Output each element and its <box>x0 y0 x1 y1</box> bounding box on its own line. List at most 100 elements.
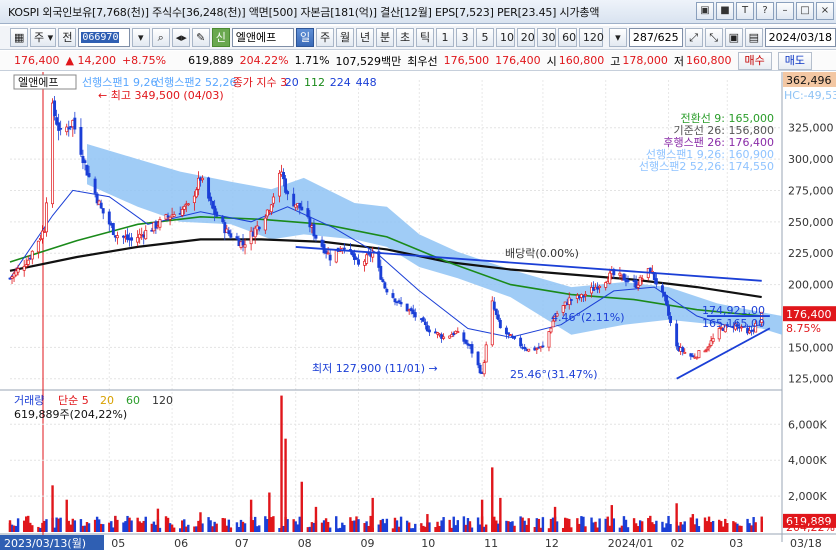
calendar-icon[interactable]: ▤ <box>744 28 763 47</box>
candle-body <box>24 264 28 267</box>
max-label: ← 최고 349,500 (04/03) <box>98 89 224 102</box>
help-icon[interactable]: ? <box>756 2 774 20</box>
candle-body <box>509 334 512 336</box>
volume-bar <box>59 517 62 532</box>
expand-icon[interactable]: ⤢ <box>684 28 703 47</box>
minimize-button[interactable]: – <box>776 2 794 20</box>
interval-5[interactable]: 5 <box>476 28 495 47</box>
interval-20[interactable]: 20 <box>516 28 536 47</box>
interval-1[interactable]: 1 <box>436 28 455 47</box>
period-tab-week[interactable]: 주 <box>316 28 335 47</box>
period-tab-year[interactable]: 년 <box>356 28 375 47</box>
interval-120[interactable]: 120 <box>578 28 604 47</box>
interval-30[interactable]: 30 <box>537 28 557 47</box>
candle-body <box>535 348 539 350</box>
volume-bar <box>73 520 77 532</box>
stop-icon[interactable]: ■ <box>716 2 734 20</box>
price-chart[interactable]: 325,000 300,000 275,000 250,000 225,000 200,0… <box>0 72 836 553</box>
y-tick-label: 150,000 <box>788 341 834 354</box>
candle-body <box>484 344 488 363</box>
candle-body <box>640 278 644 281</box>
candle-body <box>215 211 219 217</box>
layout-icon[interactable]: ▣ <box>696 2 714 20</box>
volume-spike <box>156 508 160 532</box>
market-select[interactable]: 주 ▾ <box>30 28 57 47</box>
title-bar: KOSPI 외국인보유[7,768(천)] 주식수[36,248(천)] 액면[… <box>0 0 836 24</box>
candle-body <box>45 202 48 233</box>
shrink-icon[interactable]: ⤡ <box>704 28 723 47</box>
candle-body <box>413 312 417 318</box>
candle-body <box>482 362 486 375</box>
x-tick-label: 07 <box>235 537 249 550</box>
prev-button[interactable]: 전 <box>58 28 77 47</box>
period-tab-day[interactable]: 일 <box>296 28 315 47</box>
date-input[interactable]: 2024/03/18 <box>764 28 836 47</box>
search-icon[interactable]: ⌕ <box>151 28 170 47</box>
candle-body <box>717 328 721 340</box>
interval-60[interactable]: 60 <box>558 28 577 47</box>
volume-spike <box>499 497 502 532</box>
close-button[interactable]: × <box>816 2 834 20</box>
current-pct-label: 8.75% <box>786 322 821 335</box>
grid-icon[interactable]: ▦ <box>10 28 28 47</box>
volume-bar <box>541 517 545 532</box>
interval-3[interactable]: 3 <box>456 28 475 47</box>
flat-value-label: 174,921.00 <box>702 304 765 317</box>
candle-body <box>328 254 332 261</box>
text-icon[interactable]: T <box>736 2 754 20</box>
period-tab-month[interactable]: 월 <box>336 28 355 47</box>
candle-body <box>22 265 26 271</box>
volume-bar <box>343 525 346 532</box>
speaker-icon[interactable]: ◂▸ <box>171 28 190 47</box>
candle-body <box>221 216 225 223</box>
x-tick-label: 05 <box>111 537 125 550</box>
candle-body <box>53 100 57 117</box>
volume-spike <box>27 515 30 532</box>
period-tab-tick[interactable]: 틱 <box>416 28 435 47</box>
open-price: 160,800 <box>558 54 605 67</box>
settings-icon[interactable]: ✎ <box>191 28 210 47</box>
volume-bar <box>711 520 715 532</box>
volume-bar <box>243 523 247 532</box>
y-tick-label: 325,000 <box>788 122 834 135</box>
volume-bar <box>442 517 445 532</box>
toolbar: ▦ 주 ▾ 전 066970 ▾ ⌕ ◂▸ ✎ 신 엘앤에프 일 주 월 년 분… <box>0 26 836 50</box>
x-tick-label: 11 <box>484 537 498 550</box>
period-tab-second[interactable]: 초 <box>396 28 415 47</box>
buy-button[interactable]: 매수 <box>737 51 772 70</box>
candle-body <box>703 350 707 353</box>
candle-body <box>278 172 281 197</box>
min-label: 최저 127,900 (11/01) → <box>312 362 438 375</box>
dividend-label: 배당락(0.00%) <box>505 247 579 260</box>
best-ask: 176,500 <box>443 54 490 67</box>
volume-bar <box>385 518 389 532</box>
stock-code-input[interactable]: 066970 <box>78 28 130 47</box>
legend-item: 112 <box>304 76 325 89</box>
legend-item: 종가 지수 3 <box>233 76 287 89</box>
candle-body <box>186 203 190 206</box>
candle-body <box>263 217 267 231</box>
period-tab-minute[interactable]: 분 <box>376 28 395 47</box>
volume-bar <box>258 525 261 532</box>
volume-bar <box>669 524 672 532</box>
volume-spike <box>300 481 303 532</box>
candle-body <box>284 178 288 193</box>
options-icon[interactable]: ▾ <box>608 28 627 47</box>
dropdown-icon[interactable]: ▾ <box>131 28 150 47</box>
y-tick-label: 300,000 <box>788 153 834 166</box>
candle-body <box>101 208 105 214</box>
sell-button[interactable]: 매도 <box>777 51 813 70</box>
stock-name: 엘앤에프 <box>231 28 295 47</box>
interval-10[interactable]: 10 <box>496 28 515 47</box>
bar-counter[interactable]: 287/625 <box>628 28 683 47</box>
candle-body <box>661 285 664 293</box>
volume-spike <box>426 514 429 532</box>
maximize-button[interactable]: □ <box>796 2 814 20</box>
candle-body <box>567 297 571 305</box>
candle-body <box>470 344 474 354</box>
volume-legend: 단순 5 <box>58 394 89 407</box>
volume-legend: 거래량 <box>14 394 44 407</box>
volume-percent: 204.22% <box>239 54 289 67</box>
volume-spike <box>371 497 374 532</box>
save-icon[interactable]: ▣ <box>724 28 743 47</box>
